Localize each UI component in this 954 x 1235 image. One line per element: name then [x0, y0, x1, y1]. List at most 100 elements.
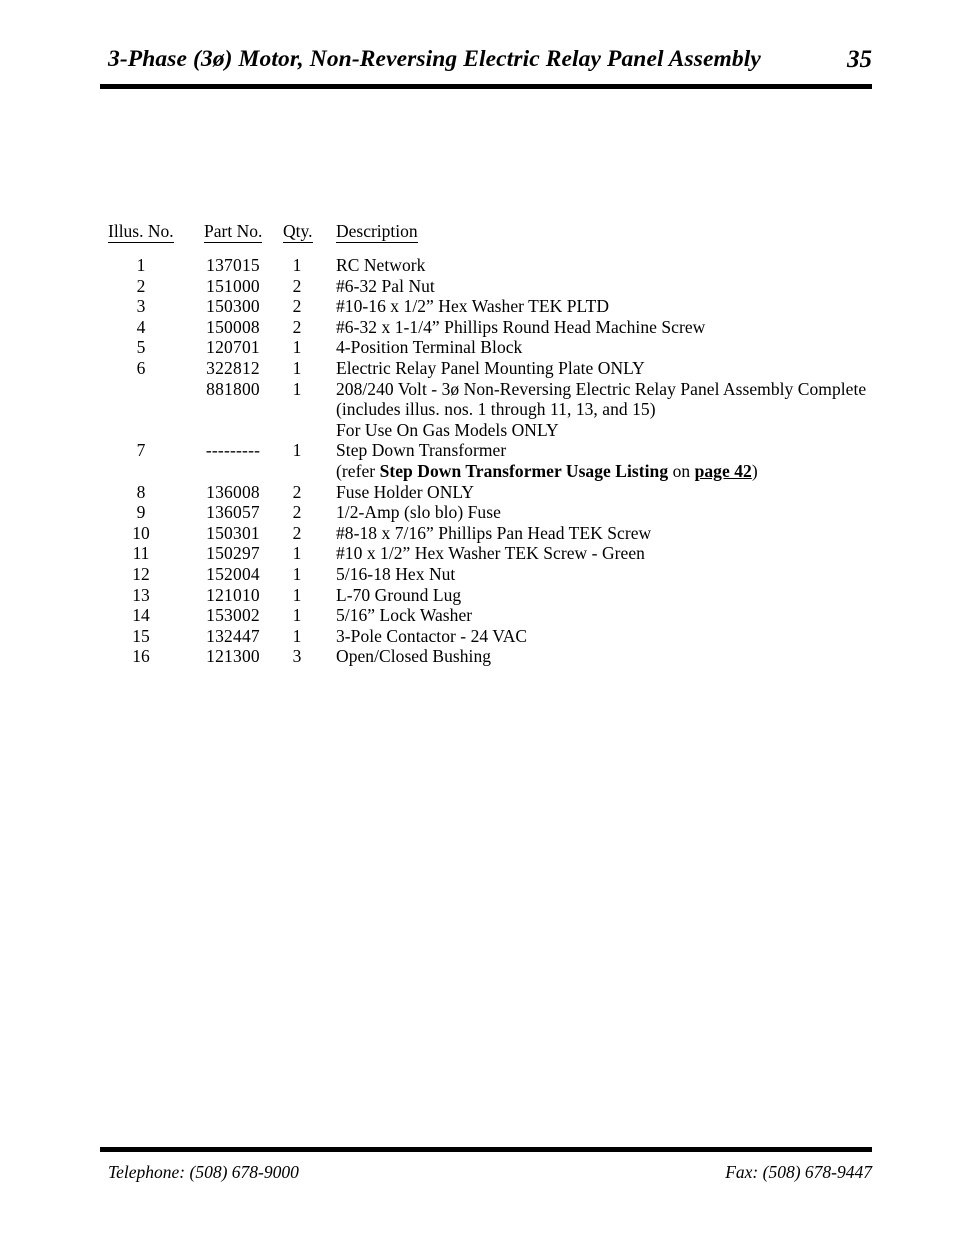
- cell-qty: 2: [292, 316, 302, 337]
- cell-qty: 1: [292, 357, 302, 378]
- header-divider-rule: [100, 84, 872, 89]
- table-row: 1 137015 1 RC Network: [0, 255, 954, 276]
- cell-qty: 1: [292, 543, 302, 564]
- cell-qty: 1: [292, 625, 302, 646]
- cell-description: 5/16-18 Hex Nut: [336, 563, 456, 584]
- cell-qty: 1: [292, 605, 302, 626]
- page-number: 35: [847, 46, 872, 73]
- cell-illus: 1: [136, 255, 146, 275]
- cell-illus: 16: [132, 646, 150, 667]
- cell-qty: 3: [292, 646, 302, 667]
- cell-description: 3-Pole Contactor - 24 VAC: [336, 625, 528, 646]
- cell-description: Open/Closed Bushing: [336, 646, 492, 667]
- table-row: 7 --------- 1 Step Down Transformer: [0, 440, 954, 461]
- table-header-row: Illus. No. Part No. Qty. Description: [0, 222, 954, 255]
- cell-description-note: (refer Step Down Transformer Usage Listi…: [336, 461, 758, 482]
- table-row: 15 132447 1 3-Pole Contactor - 24 VAC: [0, 626, 954, 647]
- cell-part: 153002: [206, 605, 260, 626]
- table-row: (includes illus. nos. 1 through 11, 13, …: [0, 399, 954, 420]
- cell-part: 150301: [206, 522, 260, 543]
- cell-part: 136008: [206, 481, 260, 502]
- cell-part: 322812: [206, 357, 260, 378]
- cell-illus: 3: [136, 296, 146, 317]
- cell-description: #10-16 x 1/2” Hex Washer TEK PLTD: [336, 296, 610, 317]
- cell-description: #8-18 x 7/16” Phillips Pan Head TEK Scre…: [336, 522, 652, 543]
- cell-illus: 15: [132, 625, 150, 646]
- cell-illus: 8: [136, 481, 146, 502]
- table-row: 3 150300 2 #10-16 x 1/2” Hex Washer TEK PLT…: [0, 296, 954, 317]
- cell-qty: 1: [292, 255, 302, 275]
- footer-telephone: Telephone: (508) 678-9000: [108, 1162, 299, 1182]
- cell-illus: 11: [132, 543, 150, 564]
- cell-part: 121010: [206, 584, 260, 605]
- page-title: 3-Phase (3ø) Motor, Non-Reversing Electr…: [108, 46, 761, 72]
- note-middle: on: [668, 460, 695, 481]
- cell-part: 136057: [206, 502, 260, 523]
- table-body: 1 137015 1 RC Network 2 151000 2 #6-32 Pal Nut 3…: [0, 255, 954, 667]
- cell-part: 137015: [206, 255, 260, 275]
- cell-description: Fuse Holder ONLY: [336, 481, 475, 502]
- cell-description: 208/240 Volt - 3ø Non-Reversing Electric…: [336, 378, 867, 399]
- cell-qty: 2: [292, 481, 302, 502]
- table-row: 5 120701 1 4-Position Terminal Block: [0, 337, 954, 358]
- table-row: 6 322812 1 Electric Relay Panel Mounting Pl…: [0, 358, 954, 379]
- note-listing-title: Step Down Transformer Usage Listing: [379, 460, 669, 481]
- cell-description: 4-Position Terminal Block: [336, 337, 523, 358]
- cell-description: L-70 Ground Lug: [336, 584, 462, 605]
- cell-description: 5/16” Lock Washer: [336, 605, 473, 626]
- cell-part: 132447: [206, 625, 260, 646]
- table-row: 16 121300 3 Open/Closed Bushing: [0, 646, 954, 667]
- cell-description: For Use On Gas Models ONLY: [336, 419, 559, 440]
- cell-illus: 13: [132, 584, 150, 605]
- note-page-reference-link[interactable]: page 42: [695, 461, 752, 481]
- note-prefix: (refer: [336, 460, 380, 481]
- column-header-qty: Qty.: [283, 221, 313, 243]
- table-row: 14 153002 1 5/16” Lock Washer: [0, 605, 954, 626]
- cell-description: #6-32 Pal Nut: [336, 275, 435, 296]
- cell-description: #6-32 x 1-1/4” Phillips Round Head Machi…: [336, 316, 706, 337]
- column-header-description: Description: [336, 221, 418, 243]
- cell-illus: 5: [136, 337, 146, 358]
- table-row: 2 151000 2 #6-32 Pal Nut: [0, 276, 954, 297]
- table-row: 11 150297 1 #10 x 1/2” Hex Washer TEK Screw…: [0, 543, 954, 564]
- cell-part: 121300: [206, 646, 260, 667]
- table-row: 4 150008 2 #6-32 x 1-1/4” Phillips Round He…: [0, 317, 954, 338]
- cell-description: RC Network: [336, 255, 426, 275]
- cell-qty: 2: [292, 522, 302, 543]
- cell-part: 150300: [206, 296, 260, 317]
- cell-qty: 1: [292, 337, 302, 358]
- cell-qty: 1: [292, 563, 302, 584]
- column-header-part-no: Part No.: [204, 221, 263, 243]
- cell-part: 120701: [206, 337, 260, 358]
- cell-illus: 12: [132, 563, 150, 584]
- table-row: 8 136008 2 Fuse Holder ONLY: [0, 482, 954, 503]
- cell-part: 881800: [206, 378, 260, 399]
- cell-qty: 1: [292, 584, 302, 605]
- cell-illus: 10: [132, 522, 150, 543]
- cell-illus: 4: [136, 316, 146, 337]
- cell-description: Step Down Transformer: [336, 440, 507, 461]
- table-row: For Use On Gas Models ONLY: [0, 420, 954, 441]
- cell-qty: 1: [292, 378, 302, 399]
- page-footer: Telephone: (508) 678-9000 Fax: (508) 678…: [100, 1162, 872, 1188]
- cell-illus: 6: [136, 357, 146, 378]
- table-row: (refer Step Down Transformer Usage Listi…: [0, 461, 954, 482]
- table-row: 9 136057 2 1/2-Amp (slo blo) Fuse: [0, 502, 954, 523]
- cell-qty: 2: [292, 502, 302, 523]
- cell-illus: 2: [136, 275, 146, 296]
- cell-qty: 1: [292, 440, 302, 461]
- cell-part: 152004: [206, 563, 260, 584]
- table-row: 12 152004 1 5/16-18 Hex Nut: [0, 564, 954, 585]
- column-header-illus-no: Illus. No.: [108, 221, 174, 243]
- cell-part: 151000: [206, 275, 260, 296]
- table-row: 881800 1 208/240 Volt - 3ø Non-Reversing E…: [0, 379, 954, 400]
- cell-qty: 2: [292, 296, 302, 317]
- footer-divider-rule: [100, 1147, 872, 1152]
- cell-qty: 2: [292, 275, 302, 296]
- note-suffix: ): [751, 460, 758, 481]
- table-row: 13 121010 1 L-70 Ground Lug: [0, 585, 954, 606]
- cell-description: (includes illus. nos. 1 through 11, 13, …: [336, 399, 656, 420]
- cell-description: 1/2-Amp (slo blo) Fuse: [336, 502, 501, 523]
- table-row: 10 150301 2 #8-18 x 7/16” Phillips Pan Head…: [0, 523, 954, 544]
- footer-fax: Fax: (508) 678-9447: [725, 1162, 872, 1182]
